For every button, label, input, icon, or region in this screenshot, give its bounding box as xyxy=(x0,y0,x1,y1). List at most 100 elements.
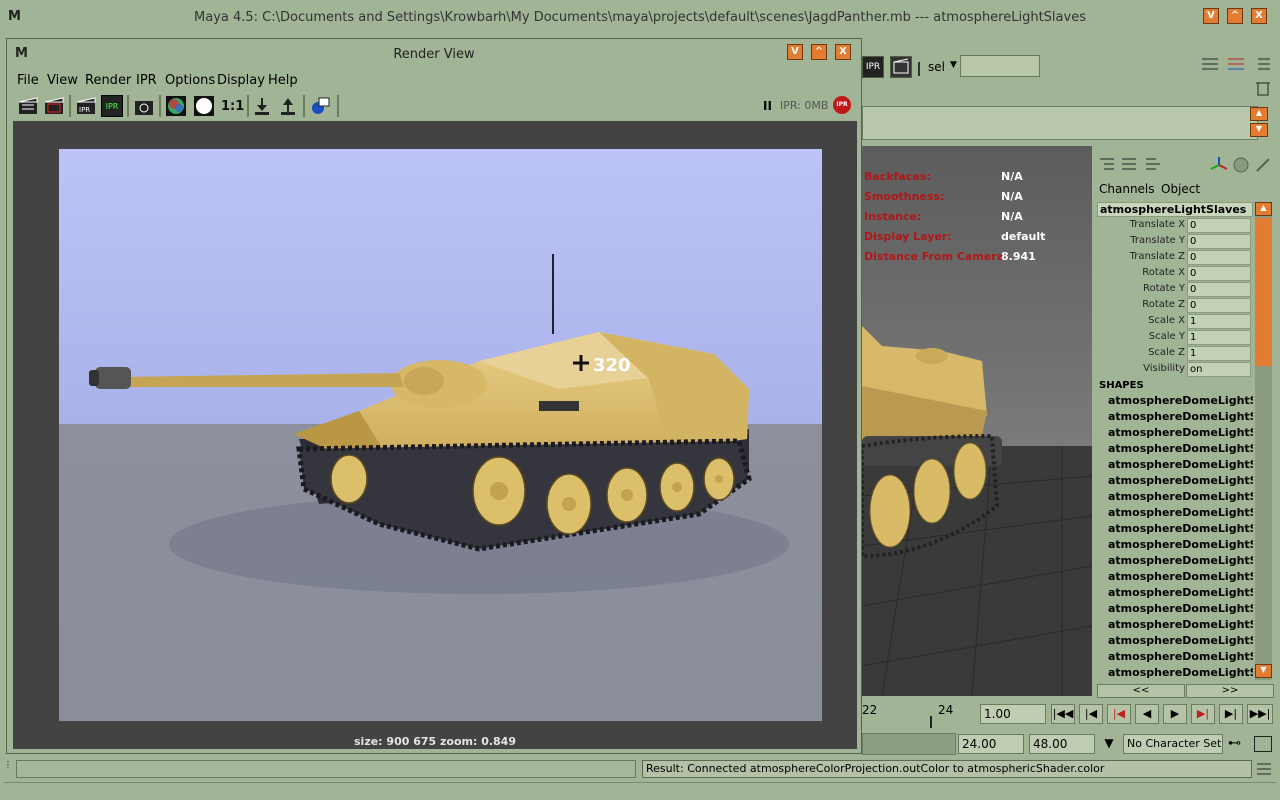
attr-rotate-z[interactable]: Rotate Z0 xyxy=(1097,298,1253,314)
step-forward-frame-icon[interactable]: ▶| xyxy=(1191,704,1215,724)
attr-value[interactable]: 0 xyxy=(1187,298,1251,313)
scroll-down-icon[interactable]: ▼ xyxy=(1250,123,1268,137)
tool-settings-toggle-icon[interactable] xyxy=(1252,55,1272,75)
menu-ipr[interactable]: IPR xyxy=(136,73,157,88)
attr-translate-x[interactable]: Translate X0 xyxy=(1097,218,1253,234)
channel-box-toggle-icon[interactable] xyxy=(1200,55,1220,75)
list-item[interactable]: atmosphereDomeLightSla xyxy=(1108,410,1253,426)
current-frame-field[interactable]: 1.00 xyxy=(980,704,1046,724)
attr-value[interactable]: 0 xyxy=(1187,250,1251,265)
ipr-stop-icon[interactable]: IPR xyxy=(833,96,851,114)
ipr-render-icon[interactable]: IPR xyxy=(862,56,884,78)
list-item[interactable]: atmosphereDomeLightSla xyxy=(1108,554,1253,570)
attr-rotate-y[interactable]: Rotate Y0 xyxy=(1097,282,1253,298)
list-item[interactable]: atmosphereDomeLightSla xyxy=(1108,538,1253,554)
channel-box-list-icon[interactable] xyxy=(1098,156,1116,174)
render-view-maximize-button[interactable]: ^ xyxy=(811,44,827,60)
list-item[interactable]: atmosphereDomeLightSla xyxy=(1108,522,1253,538)
attr-visibility[interactable]: Visibility on xyxy=(1097,362,1253,378)
channel-box-attrs-icon[interactable] xyxy=(1144,156,1162,174)
maximize-button[interactable]: ^ xyxy=(1227,8,1243,24)
attr-rotate-x[interactable]: Rotate X0 xyxy=(1097,266,1253,282)
channel-box-scroll-thumb[interactable] xyxy=(1256,218,1271,366)
play-backwards-icon[interactable]: ◀ xyxy=(1135,704,1159,724)
render-region-icon[interactable] xyxy=(43,95,65,117)
ipr-redo-icon[interactable]: IPR xyxy=(75,95,97,117)
list-item[interactable]: atmosphereDomeLightSla xyxy=(1108,394,1253,410)
attr-value[interactable]: 0 xyxy=(1187,282,1251,297)
render-globals-icon[interactable] xyxy=(309,95,331,117)
chevron-down-icon[interactable]: ▼ xyxy=(950,60,957,70)
menu-view[interactable]: View xyxy=(47,73,78,88)
menu-help[interactable]: Help xyxy=(268,73,298,88)
snapshot-icon[interactable] xyxy=(133,95,155,117)
render-view-title-bar[interactable]: M Render View V ^ X xyxy=(7,39,861,69)
menu-display[interactable]: Display xyxy=(217,73,265,88)
list-item[interactable]: atmosphereDomeLightSla xyxy=(1108,442,1253,458)
range-slider[interactable] xyxy=(862,733,956,755)
rendered-image[interactable]: 320 xyxy=(59,149,822,721)
attr-scale-z[interactable]: Scale Z1 xyxy=(1097,346,1253,362)
redo-render-icon[interactable] xyxy=(17,95,39,117)
list-item[interactable]: atmosphereDomeLightSla xyxy=(1108,586,1253,602)
menu-options[interactable]: Options xyxy=(165,73,215,88)
attr-value[interactable]: 0 xyxy=(1187,266,1251,281)
attr-translate-y[interactable]: Translate Y0 xyxy=(1097,234,1253,250)
attr-value[interactable]: 1 xyxy=(1187,314,1251,329)
perspective-viewport[interactable] xyxy=(862,146,1092,696)
tab-channels[interactable]: Channels xyxy=(1099,182,1155,196)
list-item[interactable]: atmosphereDomeLightSla xyxy=(1108,650,1253,666)
anim-end-field[interactable]: 48.00 xyxy=(1029,734,1095,754)
render-view-minimize-button[interactable]: V xyxy=(787,44,803,60)
key-icon[interactable]: ⊷ xyxy=(1228,736,1250,754)
attr-scale-x[interactable]: Scale X1 xyxy=(1097,314,1253,330)
list-item[interactable]: atmosphereDomeLightSla xyxy=(1108,666,1253,682)
render-view-close-button[interactable]: X xyxy=(835,44,851,60)
channel-box-next-button[interactable]: >> xyxy=(1186,684,1274,698)
step-forward-key-icon[interactable]: ▶| xyxy=(1219,704,1243,724)
attr-value[interactable]: 1 xyxy=(1187,346,1251,361)
attr-value[interactable]: on xyxy=(1187,362,1251,377)
command-line-input[interactable] xyxy=(16,760,636,778)
step-back-key-icon[interactable]: |◀ xyxy=(1079,704,1103,724)
attr-value[interactable]: 0 xyxy=(1187,218,1251,233)
shading-ball-icon[interactable] xyxy=(1232,156,1250,174)
attr-translate-z[interactable]: Translate Z0 xyxy=(1097,250,1253,266)
list-item[interactable]: atmosphereDomeLightSla xyxy=(1108,634,1253,650)
keep-image-icon[interactable] xyxy=(251,95,273,117)
list-item[interactable]: atmosphereDomeLightSla xyxy=(1108,426,1253,442)
scroll-down-icon[interactable]: ▼ xyxy=(1255,664,1272,678)
chevron-down-icon[interactable]: ▼ xyxy=(1098,736,1120,754)
go-to-end-icon[interactable]: ▶▶| xyxy=(1247,704,1273,724)
attribute-editor-toggle-icon[interactable] xyxy=(1226,55,1246,75)
attr-value[interactable]: 1 xyxy=(1187,330,1251,345)
move-tool-icon[interactable] xyxy=(1210,156,1228,174)
channel-box-object-name[interactable]: atmosphereLightSlaves xyxy=(1097,202,1253,217)
quick-select-input[interactable] xyxy=(960,55,1040,77)
ipr-refresh-icon[interactable]: IPR xyxy=(101,95,123,117)
list-item[interactable]: atmosphereDomeLightSla xyxy=(1108,506,1253,522)
time-slider[interactable]: 22 24 xyxy=(862,700,957,730)
range-end-field[interactable]: 24.00 xyxy=(958,734,1024,754)
animation-prefs-icon[interactable] xyxy=(1254,736,1272,752)
go-to-start-icon[interactable]: |◀◀ xyxy=(1051,704,1075,724)
alpha-channel-icon[interactable] xyxy=(193,95,215,117)
character-set-dropdown[interactable]: No Character Set xyxy=(1123,734,1223,754)
channel-box-prev-button[interactable]: << xyxy=(1097,684,1185,698)
script-editor-icon[interactable] xyxy=(1256,760,1272,778)
list-item[interactable]: atmosphereDomeLightSla xyxy=(1108,570,1253,586)
render-image-area[interactable]: 320 size: 900 675 zoom: 0.849 xyxy=(13,121,857,749)
channel-box-layers-icon[interactable] xyxy=(1120,156,1138,174)
scroll-up-icon[interactable]: ▲ xyxy=(1255,202,1272,216)
scroll-up-icon[interactable]: ▲ xyxy=(1250,107,1268,121)
trash-icon[interactable] xyxy=(1256,80,1270,96)
rgb-channels-icon[interactable] xyxy=(165,95,187,117)
attr-value[interactable]: 0 xyxy=(1187,234,1251,249)
list-item[interactable]: atmosphereDomeLightSla xyxy=(1108,490,1253,506)
list-item[interactable]: atmosphereDomeLightSla xyxy=(1108,458,1253,474)
step-back-frame-icon[interactable]: |◀ xyxy=(1107,704,1131,724)
minimize-button[interactable]: V xyxy=(1203,8,1219,24)
real-size-button[interactable]: 1:1 xyxy=(221,99,244,114)
play-forwards-icon[interactable]: ▶ xyxy=(1163,704,1187,724)
attr-scale-y[interactable]: Scale Y1 xyxy=(1097,330,1253,346)
